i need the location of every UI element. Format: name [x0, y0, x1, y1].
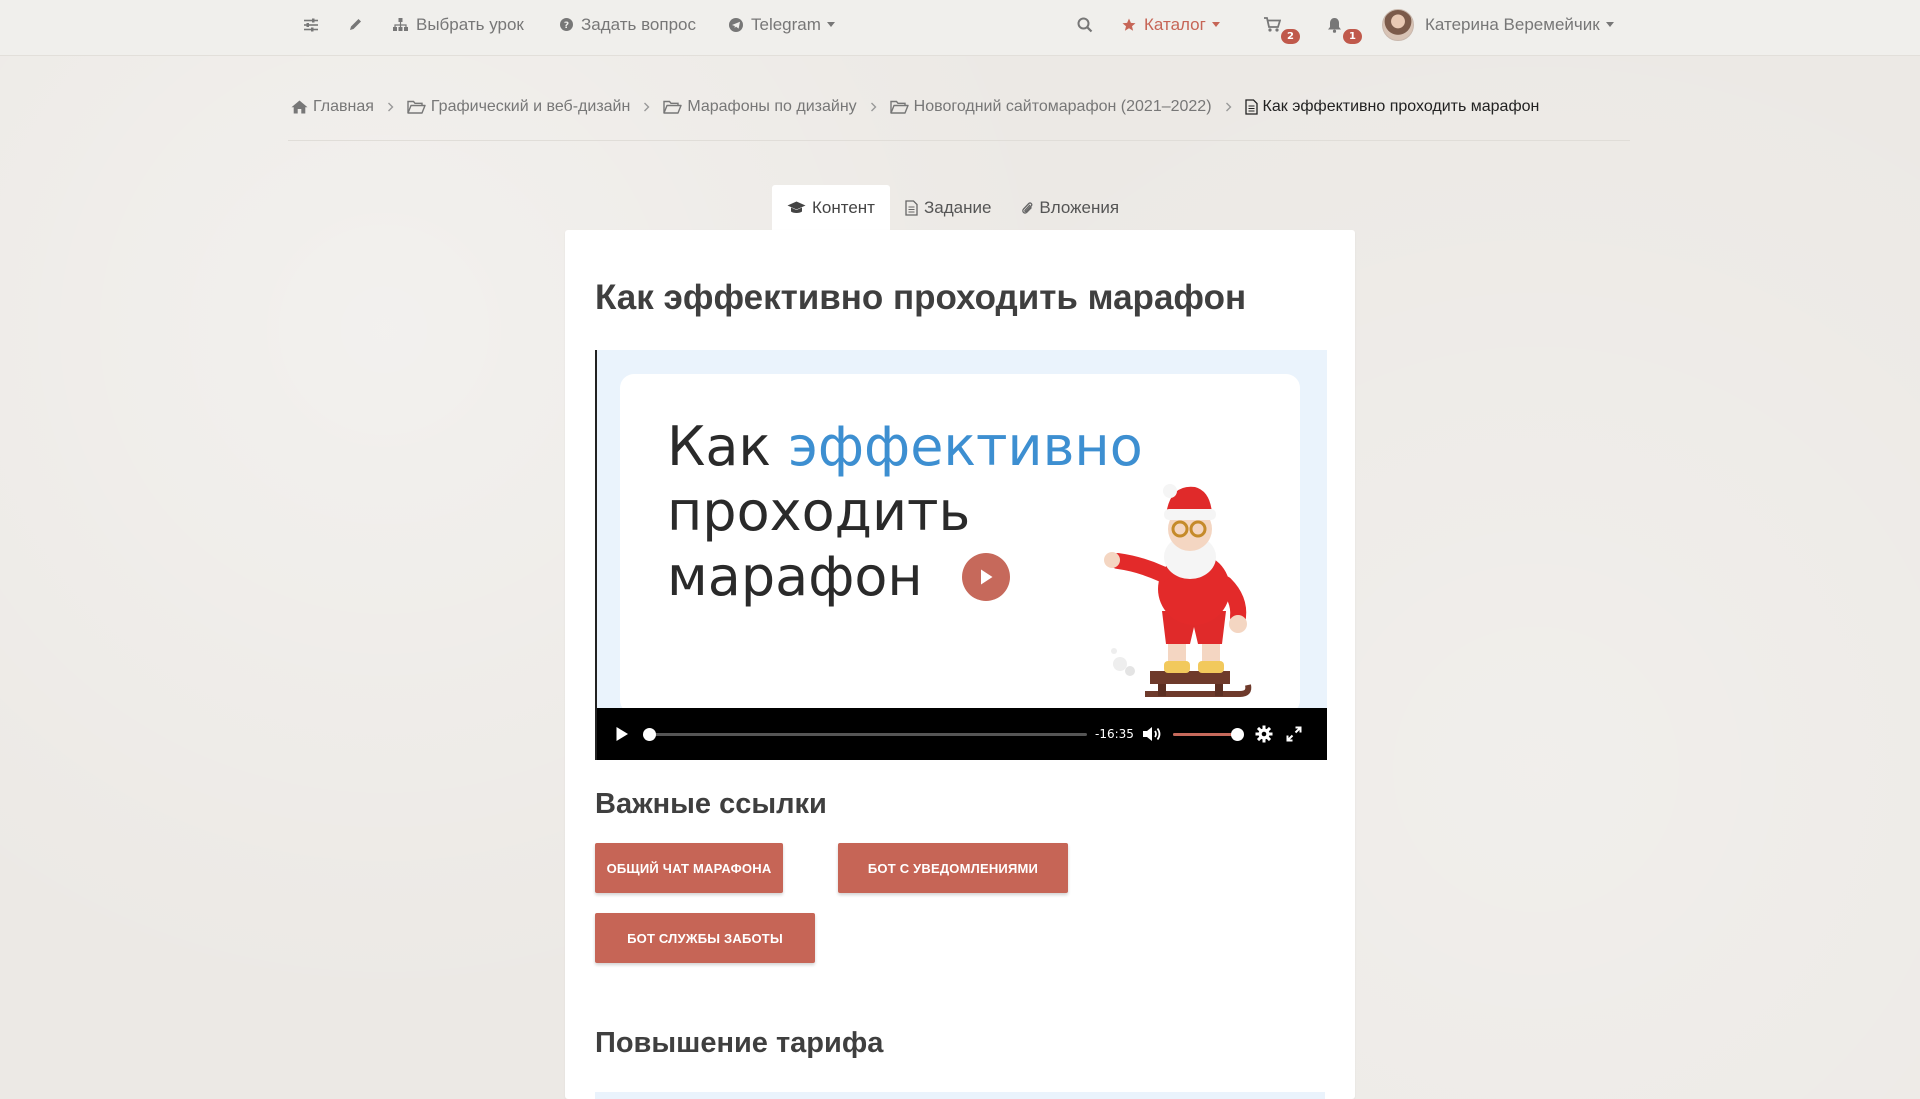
settings-button[interactable] [1249, 708, 1279, 760]
tab-attachments-label: Вложения [1039, 197, 1120, 217]
telegram-dropdown[interactable]: Telegram [729, 0, 835, 49]
cart-count-badge: 2 [1281, 29, 1300, 44]
breadcrumb-design-marathons[interactable]: Марафоны по дизайну [663, 98, 857, 116]
marathon-chat-button[interactable]: ОБЩИЙ ЧАТ МАРАФОНА [595, 843, 783, 893]
video-slide-text: Как эффективно проходить марафон [667, 414, 1143, 609]
tariff-upgrade-heading: Повышение тарифа [595, 1027, 884, 1059]
notification-bot-button[interactable]: БОТ С УВЕДОМЛЕНИЯМИ [838, 843, 1068, 893]
slide-line-3: марафон [667, 545, 923, 608]
breadcrumb-divider [288, 140, 1630, 141]
tab-content[interactable]: Контент [772, 185, 890, 230]
play-icon [981, 569, 993, 585]
user-name: Катерина Веремейчик [1425, 14, 1600, 34]
telegram-label: Telegram [751, 14, 821, 34]
ask-question-label: Задать вопрос [581, 14, 696, 34]
star-icon [1122, 18, 1136, 32]
telegram-icon [729, 17, 743, 32]
tab-task-label: Задание [923, 197, 992, 217]
lesson-tabs: Контент Задание Вложения [772, 185, 1134, 230]
ask-question-link[interactable]: ? Задать вопрос [560, 0, 696, 49]
graduation-cap-icon [787, 201, 806, 215]
folder-open-icon [407, 100, 426, 114]
video-controls: -16:35 [597, 708, 1327, 760]
home-icon [291, 100, 308, 114]
tab-task[interactable]: Задание [890, 185, 1006, 230]
user-menu-dropdown[interactable]: Катерина Веремейчик [1382, 0, 1614, 49]
breadcrumb: Главная Графический и веб-дизайн Марафон… [291, 92, 1539, 122]
breadcrumb-current: Как эффективно проходить марафон [1244, 98, 1540, 116]
svg-text:?: ? [564, 21, 569, 31]
video-thumbnail-slide: Как эффективно проходить марафон [620, 374, 1300, 714]
file-text-icon [905, 199, 918, 216]
lesson-content-card: Как эффективно проходить марафон Как эфф… [565, 230, 1355, 1099]
top-navbar: Выбрать урок ? Задать вопрос Telegram Ка… [0, 0, 1920, 56]
breadcrumb-level2-label: Марафоны по дизайну [687, 98, 857, 115]
choose-lesson-link[interactable]: Выбрать урок [393, 0, 524, 49]
santa-illustration [1104, 484, 1252, 697]
caret-down-icon [1605, 22, 1614, 27]
question-circle-icon: ? [560, 18, 573, 31]
folder-open-icon [889, 100, 909, 114]
slide-line-2: проходить [667, 480, 971, 543]
cart-button[interactable]: 2 [1264, 0, 1300, 49]
volume-slider[interactable] [1173, 728, 1244, 741]
file-text-icon [1244, 99, 1258, 115]
important-links-heading: Важные ссылки [595, 788, 827, 820]
video-time-remaining: -16:35 [1095, 727, 1134, 741]
choose-lesson-label: Выбрать урок [416, 14, 524, 34]
settings-sliders-button[interactable] [303, 0, 327, 49]
caret-down-icon [1211, 22, 1220, 27]
fullscreen-icon [1286, 726, 1302, 742]
chevron-right-icon [1225, 102, 1232, 112]
tariff-upgrade-block [595, 1092, 1325, 1099]
paperclip-icon [1021, 200, 1033, 216]
video-progress-thumb[interactable] [643, 728, 656, 741]
play-overlay-button[interactable] [962, 553, 1010, 601]
caret-down-icon [826, 22, 835, 27]
pencil-icon [348, 17, 363, 32]
catalog-dropdown[interactable]: Каталог [1122, 0, 1220, 49]
user-avatar [1382, 8, 1414, 41]
shopping-cart-icon [1264, 17, 1281, 32]
volume-thumb[interactable] [1231, 728, 1244, 741]
bell-icon [1327, 17, 1342, 33]
play-icon [616, 727, 628, 741]
volume-icon [1143, 727, 1161, 741]
mute-button[interactable] [1137, 708, 1167, 760]
slide-word-1: Как [667, 415, 789, 478]
sliders-icon [303, 18, 319, 32]
search-icon [1077, 17, 1093, 33]
breadcrumb-newyear-marathon[interactable]: Новогодний сайтомарафон (2021–2022) [889, 98, 1212, 116]
page-title: Как эффективно проходить марафон [595, 278, 1247, 317]
slide-word-highlight: эффективно [788, 415, 1143, 478]
breadcrumb-home-label: Главная [313, 98, 374, 115]
video-progress-bar[interactable] [643, 728, 1087, 741]
breadcrumb-current-label: Как эффективно проходить марафон [1262, 98, 1540, 115]
play-button[interactable] [607, 708, 637, 760]
tab-content-label: Контент [812, 197, 875, 217]
chevron-right-icon [387, 102, 394, 112]
volume-fill [1173, 733, 1237, 736]
edit-button[interactable] [348, 0, 371, 49]
tab-attachments[interactable]: Вложения [1006, 185, 1134, 230]
breadcrumb-level1-label: Графический и веб-дизайн [430, 98, 631, 115]
breadcrumb-home[interactable]: Главная [291, 98, 374, 116]
catalog-label: Каталог [1144, 14, 1206, 34]
breadcrumb-graphic-design[interactable]: Графический и веб-дизайн [407, 98, 630, 116]
video-player[interactable]: Как эффективно проходить марафон -16:35 [595, 350, 1327, 760]
folder-open-icon [663, 100, 683, 114]
sitemap-icon [393, 18, 408, 31]
fullscreen-button[interactable] [1279, 708, 1309, 760]
breadcrumb-level3-label: Новогодний сайтомарафон (2021–2022) [913, 98, 1212, 115]
gear-icon [1255, 725, 1273, 743]
notifications-button[interactable]: 1 [1327, 0, 1362, 49]
chevron-right-icon [643, 102, 650, 112]
notification-count-badge: 1 [1343, 29, 1362, 44]
care-service-bot-button[interactable]: БОТ СЛУЖБЫ ЗАБОТЫ [595, 913, 815, 963]
chevron-right-icon [870, 102, 877, 112]
search-button[interactable] [1077, 0, 1101, 49]
